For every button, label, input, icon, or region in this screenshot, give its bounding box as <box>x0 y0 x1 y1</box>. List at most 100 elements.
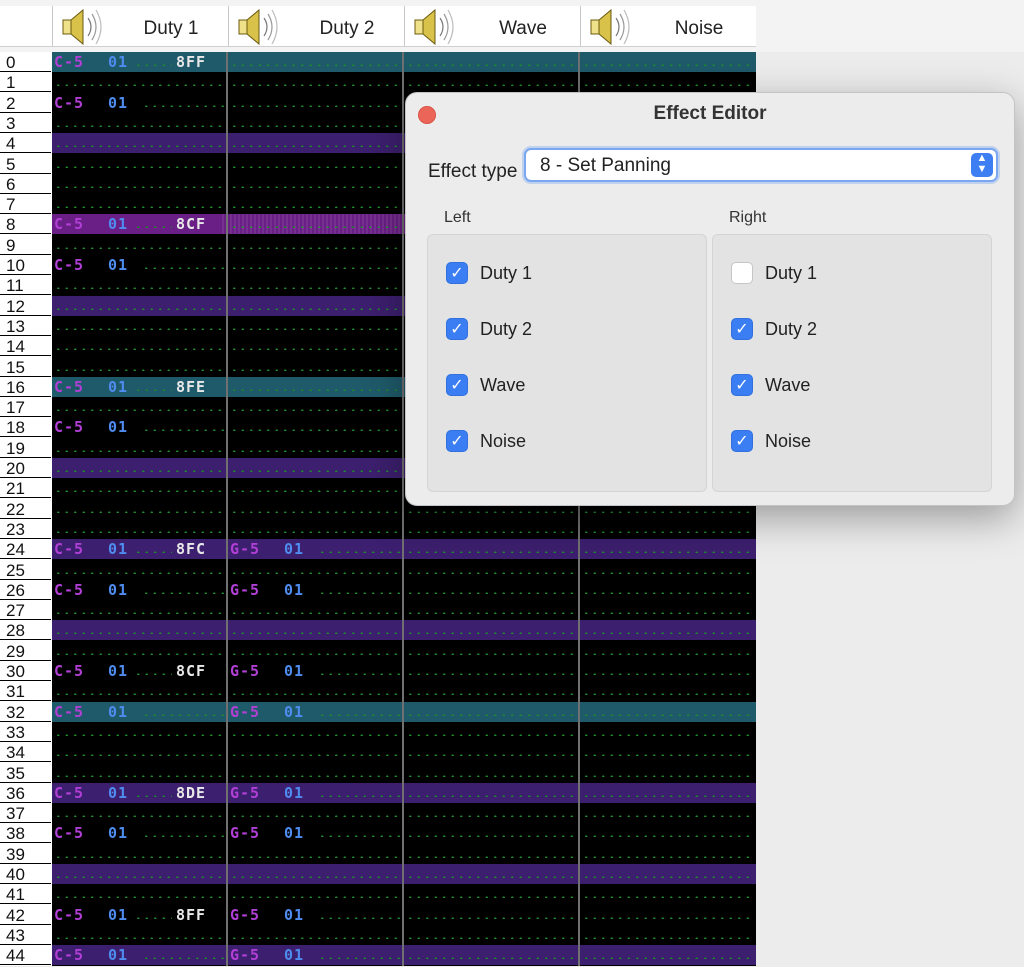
pattern-row[interactable]: C-5 01 G-5 01 <box>52 945 756 966</box>
pattern-row[interactable] <box>52 560 756 580</box>
pattern-cell[interactable] <box>404 823 578 843</box>
pattern-cell[interactable] <box>228 884 402 904</box>
pattern-cell[interactable] <box>228 154 402 174</box>
pattern-cell[interactable]: C-5 01 8FE <box>52 377 226 397</box>
pattern-cell[interactable] <box>404 641 578 661</box>
pattern-cell[interactable] <box>404 681 578 701</box>
pattern-cell[interactable] <box>228 194 402 214</box>
pattern-cell[interactable] <box>404 783 578 803</box>
pattern-cell[interactable]: C-5 01 8CF <box>52 661 226 681</box>
pattern-cell[interactable] <box>580 864 754 884</box>
pattern-row[interactable]: C-5 01 8FF <box>52 52 756 72</box>
pattern-cell[interactable] <box>404 661 578 681</box>
checkmark-icon[interactable]: ✓ <box>731 430 753 452</box>
pattern-cell[interactable] <box>580 600 754 620</box>
pattern-cell[interactable] <box>52 154 226 174</box>
pattern-cell[interactable] <box>228 72 402 92</box>
pattern-cell[interactable] <box>52 478 226 498</box>
pattern-cell[interactable] <box>228 925 402 945</box>
pattern-cell[interactable] <box>52 397 226 417</box>
pattern-cell[interactable] <box>52 133 226 153</box>
pattern-cell[interactable] <box>404 52 578 72</box>
pattern-cell[interactable] <box>228 438 402 458</box>
pattern-cell[interactable] <box>52 803 226 823</box>
pattern-cell[interactable]: C-5 01 <box>52 823 226 843</box>
pattern-cell[interactable]: C-5 01 8FF <box>52 52 226 72</box>
pattern-cell[interactable] <box>404 72 578 92</box>
pattern-cell[interactable] <box>404 763 578 783</box>
pattern-cell[interactable] <box>52 763 226 783</box>
pattern-cell[interactable]: C-5 01 <box>52 255 226 275</box>
pattern-row[interactable] <box>52 763 756 783</box>
channel-header-1[interactable]: Duty 1 <box>52 6 229 46</box>
pattern-cell[interactable] <box>228 377 402 397</box>
pattern-cell[interactable] <box>52 844 226 864</box>
pattern-cell[interactable] <box>580 52 754 72</box>
pattern-row[interactable] <box>52 742 756 762</box>
pattern-cell[interactable]: G-5 01 <box>228 905 402 925</box>
pattern-cell[interactable] <box>228 681 402 701</box>
pattern-cell[interactable]: C-5 01 <box>52 702 226 722</box>
pattern-cell[interactable] <box>580 519 754 539</box>
checkmark-icon[interactable]: ✓ <box>446 430 468 452</box>
pattern-cell[interactable] <box>228 458 402 478</box>
pattern-cell[interactable]: G-5 01 <box>228 945 402 965</box>
pattern-cell[interactable] <box>52 620 226 640</box>
pattern-cell[interactable] <box>580 763 754 783</box>
pattern-cell[interactable] <box>580 620 754 640</box>
pattern-cell[interactable] <box>580 742 754 762</box>
speaker-icon[interactable] <box>55 6 109 48</box>
pattern-cell[interactable] <box>228 235 402 255</box>
pattern-cell[interactable]: C-5 01 8DE <box>52 783 226 803</box>
pattern-cell[interactable] <box>52 925 226 945</box>
pattern-cell[interactable] <box>228 296 402 316</box>
pattern-cell[interactable] <box>580 560 754 580</box>
pattern-cell[interactable] <box>52 864 226 884</box>
pattern-cell[interactable]: G-5 01 <box>228 539 402 559</box>
pattern-row[interactable]: C-5 01 G-5 01 <box>52 823 756 843</box>
pattern-cell[interactable] <box>228 722 402 742</box>
pattern-cell[interactable] <box>52 336 226 356</box>
pattern-cell[interactable] <box>404 702 578 722</box>
pattern-cell[interactable] <box>404 620 578 640</box>
checkbox-empty[interactable] <box>731 262 753 284</box>
pattern-cell[interactable] <box>580 925 754 945</box>
pattern-cell[interactable] <box>228 336 402 356</box>
pattern-cell[interactable] <box>228 864 402 884</box>
pattern-cell[interactable] <box>52 316 226 336</box>
pattern-cell[interactable] <box>404 884 578 904</box>
speaker-icon[interactable] <box>407 6 461 48</box>
speaker-icon[interactable] <box>231 6 285 48</box>
channel-header-2[interactable]: Duty 2 <box>228 6 405 46</box>
pattern-cell[interactable]: C-5 01 8CF <box>52 214 226 234</box>
pattern-cell[interactable] <box>228 52 402 72</box>
chevron-updown-icon[interactable]: ▲ ▼ <box>971 153 993 177</box>
pattern-row[interactable] <box>52 72 756 92</box>
pattern-cell[interactable] <box>228 255 402 275</box>
pattern-cell[interactable]: C-5 01 <box>52 417 226 437</box>
checkmark-icon[interactable]: ✓ <box>446 318 468 340</box>
pattern-cell[interactable] <box>580 72 754 92</box>
pattern-row[interactable]: C-5 01 8DE G-5 01 <box>52 782 756 803</box>
pattern-cell[interactable] <box>228 174 402 194</box>
checkmark-icon[interactable]: ✓ <box>446 374 468 396</box>
pattern-cell[interactable] <box>52 113 226 133</box>
pattern-cell[interactable] <box>52 519 226 539</box>
pattern-cell[interactable] <box>404 905 578 925</box>
speaker-icon[interactable] <box>583 6 637 48</box>
pattern-cell[interactable] <box>580 539 754 559</box>
pattern-cell[interactable] <box>404 925 578 945</box>
pattern-cell[interactable]: G-5 01 <box>228 823 402 843</box>
pattern-cell[interactable] <box>580 702 754 722</box>
pattern-cell[interactable] <box>228 316 402 336</box>
checkmark-icon[interactable]: ✓ <box>731 318 753 340</box>
pattern-row[interactable] <box>52 722 756 742</box>
pattern-cell[interactable]: G-5 01 <box>228 661 402 681</box>
pattern-cell[interactable] <box>52 742 226 762</box>
effect-type-select[interactable]: 8 - Set Panning ▲ ▼ <box>524 148 998 182</box>
pattern-cell[interactable] <box>580 580 754 600</box>
checkmark-icon[interactable]: ✓ <box>446 262 468 284</box>
pattern-cell[interactable] <box>228 357 402 377</box>
pattern-cell[interactable] <box>52 641 226 661</box>
pattern-row[interactable]: C-5 01 8CF G-5 01 <box>52 661 756 681</box>
